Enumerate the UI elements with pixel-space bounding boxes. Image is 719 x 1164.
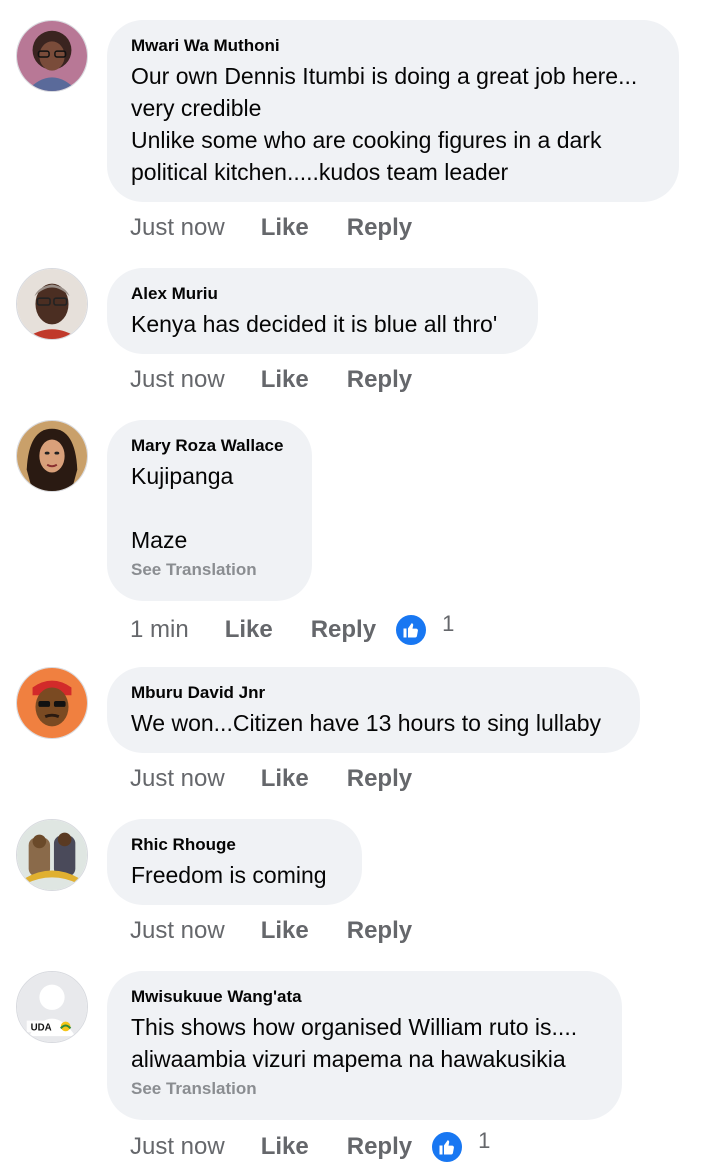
comment-author[interactable]: Mwari Wa Muthoni <box>131 36 655 56</box>
comment-text: Our own Dennis Itumbi is doing a great j… <box>131 63 638 185</box>
comment-actions: Just now Like Reply 1 <box>130 1128 491 1164</box>
reply-button[interactable]: Reply <box>347 366 412 394</box>
like-button[interactable]: Like <box>261 765 309 793</box>
reaction-count: 1 <box>478 1128 491 1153</box>
avatar[interactable]: UDA <box>16 971 88 1043</box>
reply-button[interactable]: Reply <box>311 616 376 644</box>
comment-text: Kujipanga Maze <box>131 463 234 553</box>
thumbs-up-icon <box>430 1130 465 1164</box>
comment-bubble: Mburu David Jnr We won...Citizen have 13… <box>107 667 640 753</box>
like-button[interactable]: Like <box>261 917 309 945</box>
avatar[interactable] <box>16 268 88 340</box>
avatar[interactable] <box>16 819 88 891</box>
comment-bubble: Mwisukuue Wang'ata This shows how organi… <box>107 971 622 1120</box>
avatar-photo <box>17 269 87 339</box>
avatar[interactable] <box>16 420 88 492</box>
comment-text: Freedom is coming <box>131 862 327 888</box>
comment-author[interactable]: Mwisukuue Wang'ata <box>131 987 598 1007</box>
comment-timestamp[interactable]: Just now <box>130 765 225 793</box>
like-button[interactable]: Like <box>261 366 309 394</box>
comment-bubble: Mary Roza Wallace Kujipanga Maze See Tra… <box>107 420 312 601</box>
like-button[interactable]: Like <box>261 214 309 242</box>
reply-button[interactable]: Reply <box>347 917 412 945</box>
comment-author[interactable]: Mburu David Jnr <box>131 683 616 703</box>
like-button[interactable]: Like <box>261 1133 309 1161</box>
comment-timestamp[interactable]: Just now <box>130 366 225 394</box>
see-translation-link[interactable]: See Translation <box>131 560 288 580</box>
avatar[interactable] <box>16 20 88 92</box>
comment-text: This shows how organised William ruto is… <box>131 1014 578 1072</box>
reply-button[interactable]: Reply <box>347 765 412 793</box>
comment-bubble: Rhic Rhouge Freedom is coming <box>107 819 362 905</box>
avatar-photo <box>17 820 87 890</box>
thumbs-up-icon <box>394 613 429 647</box>
comment-text: We won...Citizen have 13 hours to sing l… <box>131 710 602 736</box>
comment-author[interactable]: Alex Muriu <box>131 284 514 304</box>
comment-actions: Just now Like Reply <box>130 214 450 242</box>
reaction-count: 1 <box>442 611 455 636</box>
comment-actions: Just now Like Reply <box>130 917 450 945</box>
comment-timestamp[interactable]: Just now <box>130 917 225 945</box>
avatar-badge-text: UDA <box>31 1022 52 1033</box>
comment-text: Kenya has decided it is blue all thro' <box>131 311 498 337</box>
comment-bubble: Mwari Wa Muthoni Our own Dennis Itumbi i… <box>107 20 679 202</box>
comment-actions: Just now Like Reply <box>130 366 450 394</box>
reply-button[interactable]: Reply <box>347 214 412 242</box>
comment-timestamp[interactable]: Just now <box>130 1133 225 1161</box>
see-translation-link[interactable]: See Translation <box>131 1079 598 1099</box>
comment-actions: Just now Like Reply <box>130 765 450 793</box>
reply-button[interactable]: Reply <box>347 1133 412 1161</box>
comment-timestamp[interactable]: Just now <box>130 214 225 242</box>
avatar[interactable] <box>16 667 88 739</box>
comment-author[interactable]: Mary Roza Wallace <box>131 436 288 456</box>
avatar-photo <box>17 21 87 91</box>
avatar-photo <box>17 668 87 738</box>
comment-actions: 1 min Like Reply 1 <box>130 611 455 647</box>
reaction-summary[interactable]: 1 <box>430 1128 491 1164</box>
comment-timestamp[interactable]: 1 min <box>130 616 189 644</box>
reaction-summary[interactable]: 1 <box>394 611 455 647</box>
avatar-photo <box>17 421 87 491</box>
comment-bubble: Alex Muriu Kenya has decided it is blue … <box>107 268 538 354</box>
avatar-photo: UDA <box>17 972 87 1042</box>
comment-author[interactable]: Rhic Rhouge <box>131 835 338 855</box>
like-button[interactable]: Like <box>225 616 273 644</box>
